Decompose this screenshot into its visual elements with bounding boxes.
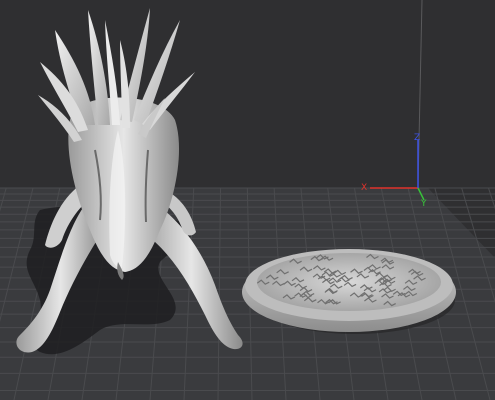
3d-viewport[interactable]: X Z Y — [0, 0, 495, 400]
z-axis-label: Z — [414, 133, 420, 143]
round-textured-base[interactable] — [242, 249, 456, 332]
x-axis-label: X — [361, 183, 367, 193]
y-axis-label: Y — [420, 199, 427, 209]
viewport-canvas[interactable]: X Z Y — [0, 0, 495, 400]
